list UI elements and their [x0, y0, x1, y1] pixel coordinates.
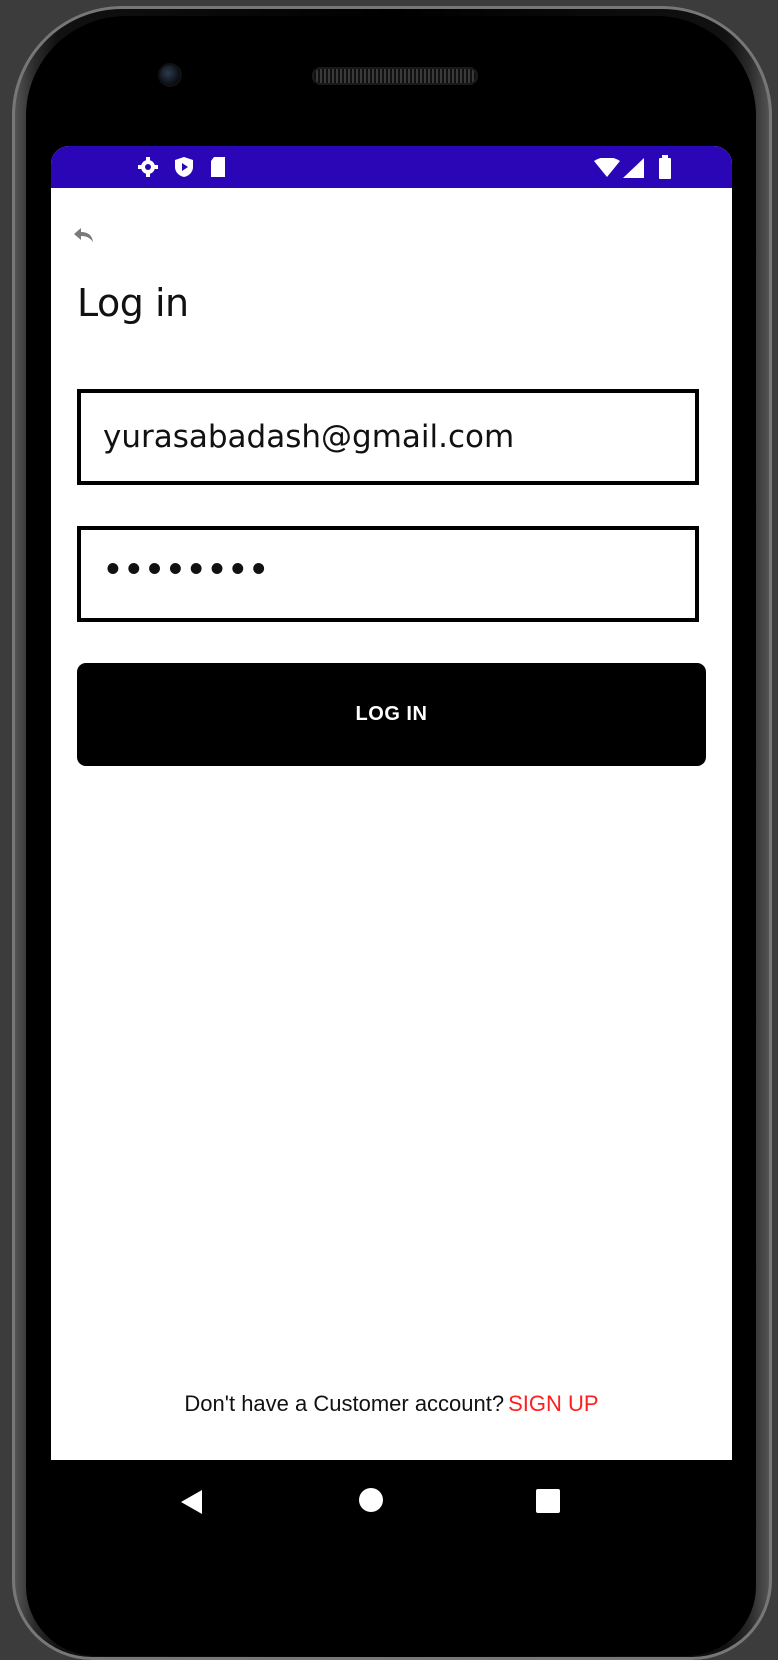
- app-screen: Log in yurasabadash@gmail.com •••••••• L…: [51, 146, 732, 1460]
- earpiece-speaker: [312, 67, 478, 85]
- battery-icon: [658, 155, 672, 184]
- password-value: ••••••••: [103, 552, 270, 588]
- login-button[interactable]: LOG IN: [77, 663, 706, 766]
- signup-prompt-text: Don't have a Customer account?: [184, 1391, 505, 1416]
- status-bar: [51, 146, 732, 188]
- signup-prompt: Don't have a Customer account? SIGN UP: [51, 1391, 732, 1417]
- email-field[interactable]: yurasabadash@gmail.com: [77, 389, 699, 485]
- signup-link[interactable]: SIGN UP: [508, 1391, 598, 1416]
- front-camera: [160, 65, 180, 85]
- back-triangle-icon[interactable]: [178, 1488, 204, 1521]
- navigation-bar: [51, 1460, 732, 1544]
- back-arrow-icon[interactable]: [71, 224, 97, 250]
- email-value: yurasabadash@gmail.com: [103, 419, 515, 455]
- page-title: Log in: [77, 281, 189, 325]
- shield-icon: [173, 156, 195, 183]
- recents-square-icon[interactable]: [535, 1488, 561, 1519]
- gear-icon: [137, 156, 159, 183]
- signal-icon: [623, 158, 645, 183]
- password-field[interactable]: ••••••••: [77, 526, 699, 622]
- sd-card-icon: [209, 156, 227, 183]
- wifi-icon: [594, 157, 620, 183]
- home-circle-icon[interactable]: [357, 1486, 385, 1519]
